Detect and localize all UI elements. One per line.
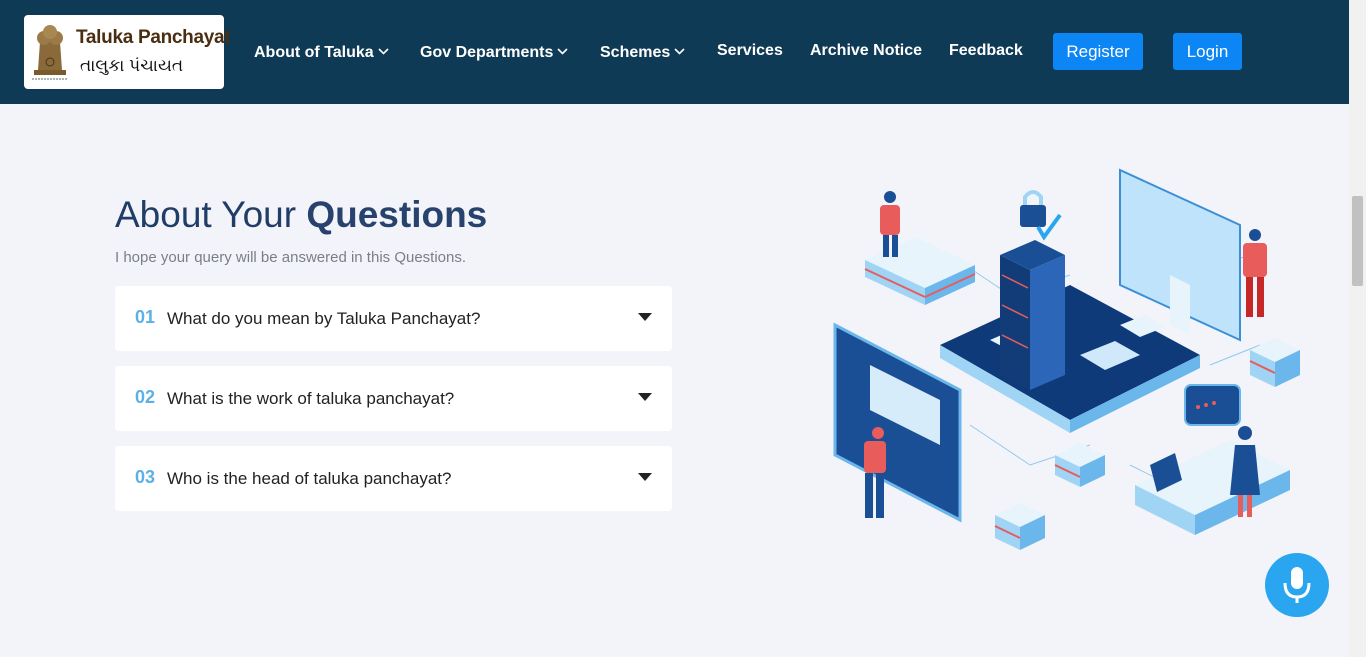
login-button[interactable]: Login [1173, 33, 1242, 70]
national-emblem-icon [32, 25, 68, 80]
faq-number: 01 [135, 307, 156, 327]
nav-gov-departments[interactable]: Gov Departments [420, 42, 568, 62]
logo-title-english: Taluka Panchayat [76, 27, 231, 48]
microphone-icon [1283, 567, 1311, 603]
nav-label: Schemes [600, 44, 671, 61]
faq-question: What is the work of taluka panchayat? [167, 389, 455, 408]
nav-label: About of Taluka [254, 44, 374, 61]
register-button[interactable]: Register [1053, 33, 1143, 70]
nav-label: Archive Notice [810, 42, 923, 59]
section-title: About Your Questions [115, 194, 487, 236]
site-logo[interactable]: Taluka Panchayat તાલુકા પંચાયત [24, 15, 231, 89]
section-subtitle: I hope your query will be answered in th… [115, 249, 467, 266]
chevron-down-icon [557, 42, 568, 60]
page-scrollbar[interactable] [1349, 0, 1366, 657]
faq-question: What do you mean by Taluka Panchayat? [167, 309, 481, 328]
site-header: Taluka Panchayat તાલુકા પંચાયત About of … [0, 0, 1349, 104]
caret-down-icon [638, 473, 652, 481]
nav-label: Services [717, 42, 783, 59]
nav-about-of-taluka[interactable]: About of Taluka [254, 42, 389, 62]
faq-number: 03 [135, 467, 156, 487]
faq-item[interactable]: 03 Who is the head of taluka panchayat? [115, 446, 672, 511]
logo-title-gujarati: તાલુકા પંચાયત [80, 56, 184, 75]
faq-item[interactable]: 02 What is the work of taluka panchayat? [115, 366, 672, 431]
caret-down-icon [638, 313, 652, 321]
title-bold: Questions [306, 194, 488, 235]
faq-item[interactable]: 01 What do you mean by Taluka Panchayat? [115, 286, 672, 351]
nav-services[interactable]: Services [717, 42, 783, 62]
nav-label: Feedback [949, 42, 1023, 59]
isometric-city-illustration [833, 168, 1300, 550]
nav-archive-notice[interactable]: Archive Notice [810, 42, 922, 62]
scrollbar-thumb[interactable] [1352, 196, 1363, 286]
title-light: About Your [115, 194, 307, 235]
voice-search-button[interactable] [1265, 553, 1329, 617]
chevron-down-icon [378, 42, 389, 60]
nav-feedback[interactable]: Feedback [949, 42, 1023, 62]
faq-number: 02 [135, 387, 156, 407]
faq-question: Who is the head of taluka panchayat? [167, 469, 452, 488]
nav-schemes[interactable]: Schemes [600, 42, 685, 62]
caret-down-icon [638, 393, 652, 401]
nav-label: Gov Departments [420, 44, 554, 61]
chevron-down-icon [674, 42, 685, 60]
